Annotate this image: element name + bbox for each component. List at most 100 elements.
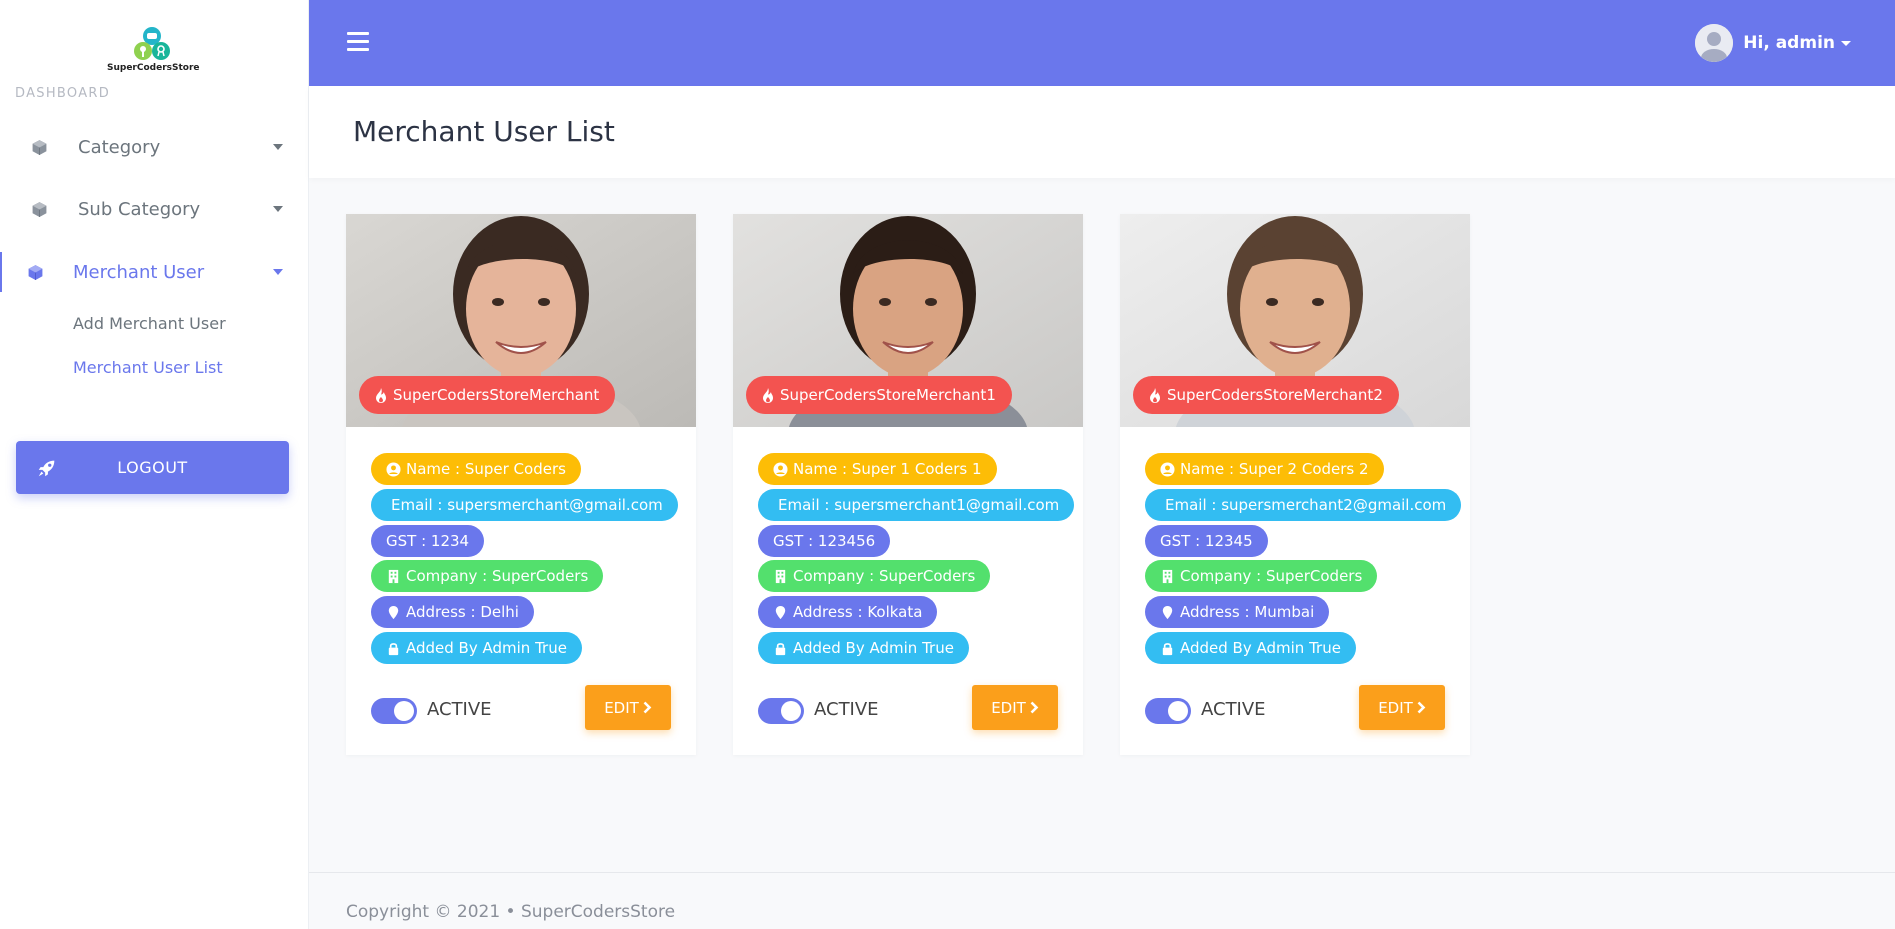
chevron-right-icon: [1030, 701, 1039, 714]
sidebar: SuperCodersStore DASHBOARD Category Sub …: [0, 0, 309, 929]
sidebar-subitem-add-merchant-user[interactable]: Add Merchant User: [73, 314, 226, 333]
sidebar-item-label: Category: [78, 136, 161, 158]
chevron-down-icon: [1841, 40, 1851, 46]
merchant-gst: GST : 1234: [386, 532, 470, 550]
merchant-added-by: Added By Admin True: [793, 639, 954, 657]
merchant-photo: SuperCodersStoreMerchant: [346, 214, 696, 427]
page-title: Merchant User List: [353, 115, 615, 148]
sidebar-item-label: Merchant User: [73, 261, 205, 283]
user-greeting: Hi, admin: [1743, 33, 1835, 53]
lock-icon: [775, 642, 786, 655]
cube-icon: [32, 201, 47, 217]
edit-button[interactable]: EDIT: [972, 685, 1058, 730]
merchant-name: Name : Super 2 Coders 2: [1180, 460, 1369, 478]
merchant-company: Company : SuperCoders: [406, 567, 589, 585]
sidebar-item-sub-category[interactable]: Sub Category: [0, 187, 309, 231]
merchant-added-by-pill: Added By Admin True: [371, 632, 582, 664]
user-menu[interactable]: Hi, admin: [1695, 24, 1851, 62]
toggle-knob: [394, 701, 414, 721]
merchant-address-pill: Address : Kolkata: [758, 596, 938, 628]
edit-button[interactable]: EDIT: [585, 685, 671, 730]
chevron-down-icon: [273, 269, 283, 275]
store-name: SuperCodersStoreMerchant2: [1167, 386, 1383, 404]
merchant-name: Name : Super Coders: [406, 460, 566, 478]
chevron-down-icon: [273, 206, 283, 212]
chevron-right-icon: [1417, 701, 1426, 714]
merchant-address: Address : Delhi: [406, 603, 519, 621]
merchant-address: Address : Kolkata: [793, 603, 923, 621]
merchant-company: Company : SuperCoders: [793, 567, 976, 585]
merchant-email-pill: Email : supersmerchant1@gmail.com: [758, 489, 1075, 521]
merchant-email-pill: Email : supersmerchant@gmail.com: [371, 489, 678, 521]
hamburger-menu-icon[interactable]: [347, 32, 369, 52]
merchant-name-pill: Name : Super 2 Coders 2: [1145, 453, 1384, 485]
user-circle-icon: [386, 461, 401, 477]
store-name-badge: SuperCodersStoreMerchant2: [1133, 376, 1399, 414]
map-marker-icon: [1162, 605, 1173, 619]
merchant-gst: GST : 123456: [773, 532, 876, 550]
merchant-photo: SuperCodersStoreMerchant2: [1120, 214, 1470, 427]
merchant-address: Address : Mumbai: [1180, 603, 1315, 621]
edit-button[interactable]: EDIT: [1359, 685, 1445, 730]
merchant-card: SuperCodersStoreMerchant Name : Super Co…: [346, 214, 696, 755]
active-toggle[interactable]: [758, 698, 804, 724]
merchant-name-pill: Name : Super Coders: [371, 453, 581, 485]
avatar: [1695, 24, 1734, 62]
map-marker-icon: [775, 605, 786, 619]
top-navbar: Hi, admin: [309, 0, 1895, 86]
merchant-gst-pill: GST : 123456: [758, 525, 891, 557]
footer: Copyright © 2021 • SuperCodersStore: [309, 872, 1895, 929]
edit-label: EDIT: [1378, 698, 1413, 717]
chevron-down-icon: [273, 144, 283, 150]
merchant-company-pill: Company : SuperCoders: [371, 560, 604, 592]
lock-icon: [1162, 642, 1173, 655]
logout-button[interactable]: LOGOUT: [16, 441, 289, 494]
active-status-label: ACTIVE: [814, 699, 879, 720]
merchant-company: Company : SuperCoders: [1180, 567, 1363, 585]
copyright-text: Copyright © 2021 • SuperCodersStore: [346, 902, 676, 922]
merchant-added-by: Added By Admin True: [1180, 639, 1341, 657]
merchant-photo: SuperCodersStoreMerchant1: [733, 214, 1083, 427]
store-logo-icon: [134, 27, 170, 60]
merchant-added-by: Added By Admin True: [406, 639, 567, 657]
chevron-right-icon: [643, 701, 652, 714]
merchant-name: Name : Super 1 Coders 1: [793, 460, 982, 478]
merchant-email: Email : supersmerchant@gmail.com: [391, 496, 663, 514]
sidebar-item-category[interactable]: Category: [0, 125, 309, 169]
user-avatar-icon: [1695, 24, 1734, 62]
brand-logo[interactable]: SuperCodersStore: [107, 26, 200, 76]
merchant-name-pill: Name : Super 1 Coders 1: [758, 453, 997, 485]
merchant-gst: GST : 12345: [1160, 532, 1253, 550]
merchant-email-pill: Email : supersmerchant2@gmail.com: [1145, 489, 1462, 521]
merchant-email: Email : supersmerchant1@gmail.com: [778, 496, 1060, 514]
merchant-card: SuperCodersStoreMerchant1 Name : Super 1…: [733, 214, 1083, 755]
store-name: SuperCodersStoreMerchant: [393, 386, 600, 404]
building-icon: [775, 569, 786, 583]
user-circle-icon: [773, 461, 788, 477]
active-toggle[interactable]: [1145, 698, 1191, 724]
toggle-knob: [781, 701, 801, 721]
rocket-icon: [38, 460, 55, 477]
merchant-company-pill: Company : SuperCoders: [758, 560, 991, 592]
merchant-card: SuperCodersStoreMerchant2 Name : Super 2…: [1120, 214, 1470, 755]
lock-icon: [388, 642, 399, 655]
sidebar-subitem-merchant-user-list[interactable]: Merchant User List: [73, 358, 223, 377]
merchant-gst-pill: GST : 1234: [371, 525, 485, 557]
store-name: SuperCodersStoreMerchant1: [780, 386, 996, 404]
cube-icon: [32, 139, 47, 155]
merchant-email: Email : supersmerchant2@gmail.com: [1165, 496, 1447, 514]
merchant-added-by-pill: Added By Admin True: [758, 632, 969, 664]
merchant-company-pill: Company : SuperCoders: [1145, 560, 1378, 592]
active-indicator: [0, 252, 2, 292]
toggle-knob: [1168, 701, 1188, 721]
active-status-label: ACTIVE: [1201, 699, 1266, 720]
fire-icon: [376, 387, 386, 403]
merchant-address-pill: Address : Delhi: [371, 596, 534, 628]
active-toggle[interactable]: [371, 698, 417, 724]
building-icon: [1162, 569, 1173, 583]
user-circle-icon: [1160, 461, 1175, 477]
sidebar-item-merchant-user[interactable]: Merchant User: [0, 250, 309, 294]
sidebar-item-label: Sub Category: [78, 198, 201, 220]
merchant-added-by-pill: Added By Admin True: [1145, 632, 1356, 664]
building-icon: [388, 569, 399, 583]
